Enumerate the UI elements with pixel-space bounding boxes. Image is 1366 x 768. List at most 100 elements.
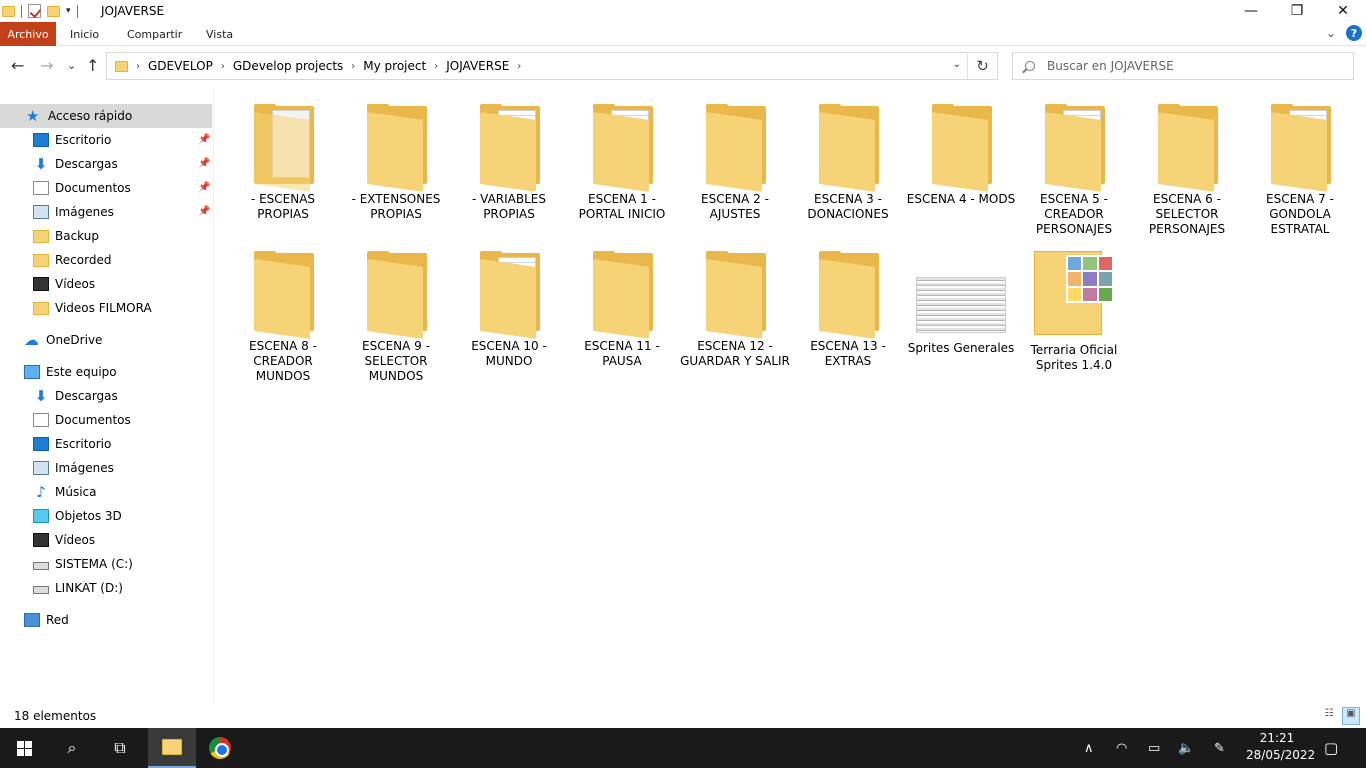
search-input[interactable]: Buscar en JOJAVERSE [1047,59,1174,73]
cloud-icon: ☁ [24,331,39,349]
close-button[interactable]: ✕ [1320,0,1366,22]
search-icon[interactable]: ⌕ [48,728,96,768]
pen-icon[interactable]: ✎ [1214,728,1225,768]
sidebar-item-onedrive[interactable]: ☁ OneDrive [24,328,102,352]
taskbar: ⌕ ⧉ ∧ ◠ ▭ 🔈 ✎ 21:21 28/05/2022 ▢ [0,728,1366,768]
details-view-icon[interactable]: ☷ [1320,707,1338,725]
large-icons-view-icon[interactable]: ▣ [1342,707,1360,725]
pin-icon[interactable]: 📌 [198,206,210,217]
clock[interactable]: 21:21 28/05/2022 [1246,730,1315,764]
pin-icon[interactable]: 📌 [198,182,210,193]
folder-item[interactable]: ESCENA 3 - DONACIONES [793,104,903,222]
new-folder-icon[interactable] [47,5,60,17]
chevron-right-icon[interactable]: › [517,61,521,72]
item-label: Sprites Generales [907,341,1015,355]
breadcrumb-item[interactable]: My project [363,59,426,73]
sidebar-item-pc-imagenes[interactable]: Imágenes [33,456,114,480]
minimize-button[interactable]: — [1228,0,1274,22]
search-box[interactable]: Buscar en JOJAVERSE [1012,52,1354,80]
sidebar-item-documentos[interactable]: Documentos [33,176,131,200]
sidebar-item-descargas[interactable]: ⬇ Descargas [33,152,118,176]
folder-item[interactable]: ESCENA 9 - SELECTOR MUNDOS [341,251,451,384]
sidebar-item-pc-descargas[interactable]: ⬇ Descargas [33,384,118,408]
folder-item[interactable]: - EXTENSONES PROPIAS [341,104,451,222]
folder-item[interactable]: ESCENA 2 - AJUSTES [680,104,790,222]
item-label: ESCENA 11 - PAUSA [584,339,660,368]
chevron-right-icon[interactable]: › [351,61,355,72]
file-explorer-taskbar-icon[interactable] [148,728,196,768]
tab-archivo[interactable]: Archivo [0,22,56,46]
up-button[interactable]: ↑ [86,56,99,75]
properties-icon[interactable] [28,4,41,18]
folder-icon [1041,104,1107,192]
breadcrumb-item[interactable]: GDevelop projects [233,59,343,73]
sidebar-item-quick-access[interactable]: ★ Acceso rápido [0,104,212,128]
pin-icon[interactable]: 📌 [198,158,210,169]
sidebar-item-label: OneDrive [46,333,103,347]
pin-icon[interactable]: 📌 [198,134,210,145]
folder-icon [589,104,655,192]
sidebar-item-imagenes[interactable]: Imágenes [33,200,114,224]
sidebar-item-pc-documentos[interactable]: Documentos [33,408,131,432]
tab-compartir[interactable]: Compartir [127,22,182,46]
folder-item[interactable]: ESCENA 13 - EXTRAS [793,251,903,369]
folder-item[interactable]: ESCENA 10 - MUNDO [454,251,564,369]
show-hidden-icons-icon[interactable]: ∧ [1084,728,1094,768]
sidebar-item-drive-d[interactable]: LINKAT (D:) [33,576,123,600]
recent-locations-button[interactable]: ⌄ [67,59,76,72]
breadcrumb-item[interactable]: GDEVELOP [148,59,213,73]
folder-item[interactable]: - ESCENAS PROPIAS [228,104,338,222]
folder-item[interactable]: ESCENA 1 - PORTAL INICIO [567,104,677,222]
wifi-icon[interactable]: ◠ [1116,728,1127,768]
maximize-button[interactable]: ❐ [1274,0,1320,22]
task-view-icon[interactable]: ⧉ [96,728,144,768]
chevron-right-icon[interactable]: › [221,61,225,72]
folder-item[interactable]: ESCENA 12 - GUARDAR Y SALIR [680,251,790,369]
sidebar-item-network[interactable]: Red [24,608,69,632]
address-bar[interactable]: › GDEVELOP › GDevelop projects › My proj… [106,52,998,80]
start-button[interactable] [0,728,48,768]
folder-item[interactable]: Terraria Oficial Sprites 1.4.0 [1019,251,1129,373]
back-button[interactable]: ← [11,56,24,75]
folder-item[interactable]: - VARIABLES PROPIAS [454,104,564,222]
sidebar-item-pc-objetos-3d[interactable]: Objetos 3D [33,504,122,528]
folder-item[interactable]: ESCENA 7 - GONDOLA ESTRATAL [1245,104,1355,237]
notifications-icon[interactable]: ▢ [1324,728,1338,768]
sidebar-item-videos-filmora[interactable]: Videos FILMORA [33,296,152,320]
file-item[interactable]: Sprites Generales [906,251,1016,356]
address-history-dropdown[interactable]: ⌄ [953,59,961,70]
folder-item[interactable]: ESCENA 11 - PAUSA [567,251,677,369]
chevron-right-icon[interactable]: › [136,61,140,72]
folder-item[interactable]: ESCENA 5 - CREADOR PERSONAJES [1019,104,1129,237]
tab-inicio[interactable]: Inicio [70,22,99,46]
sidebar-item-backup[interactable]: Backup [33,224,99,248]
sidebar-item-pc-videos[interactable]: Vídeos [33,528,95,552]
volume-icon[interactable]: 🔈 [1178,728,1194,768]
pictures-icon [33,205,49,219]
folder-item[interactable]: ESCENA 4 - MODS [906,104,1016,207]
expand-ribbon-icon[interactable]: ⌄ [1326,26,1336,40]
network-icon [24,613,40,627]
sidebar-item-recorded[interactable]: Recorded [33,248,111,272]
folder-icon [2,5,15,17]
folder-item[interactable]: ESCENA 6 - SELECTOR PERSONAJES [1132,104,1242,237]
folder-item[interactable]: ESCENA 8 - CREADOR MUNDOS [228,251,338,384]
sidebar-item-pc-escritorio[interactable]: Escritorio [33,432,111,456]
sidebar-item-drive-c[interactable]: SISTEMA (C:) [33,552,133,576]
chrome-taskbar-icon[interactable] [196,728,244,768]
status-bar: 18 elementos ☷ ▣ [0,704,1366,728]
chevron-right-icon[interactable]: › [434,61,438,72]
forward-button[interactable]: → [40,56,53,75]
folder-icon [363,251,429,339]
tab-vista[interactable]: Vista [206,22,233,46]
help-icon[interactable]: ? [1346,25,1362,41]
sidebar-item-this-pc[interactable]: Este equipo [24,360,117,384]
refresh-button[interactable]: ↻ [967,53,997,79]
battery-icon[interactable]: ▭ [1148,728,1160,768]
sidebar-item-videos[interactable]: Vídeos [33,272,95,296]
sidebar-item-pc-musica[interactable]: ♪ Música [33,480,96,504]
customize-toolbar-chevron-icon[interactable]: ▾ [66,6,71,16]
sidebar-item-escritorio[interactable]: Escritorio [33,128,111,152]
breadcrumb-item[interactable]: JOJAVERSE [446,59,509,73]
folder-icon [702,104,768,192]
